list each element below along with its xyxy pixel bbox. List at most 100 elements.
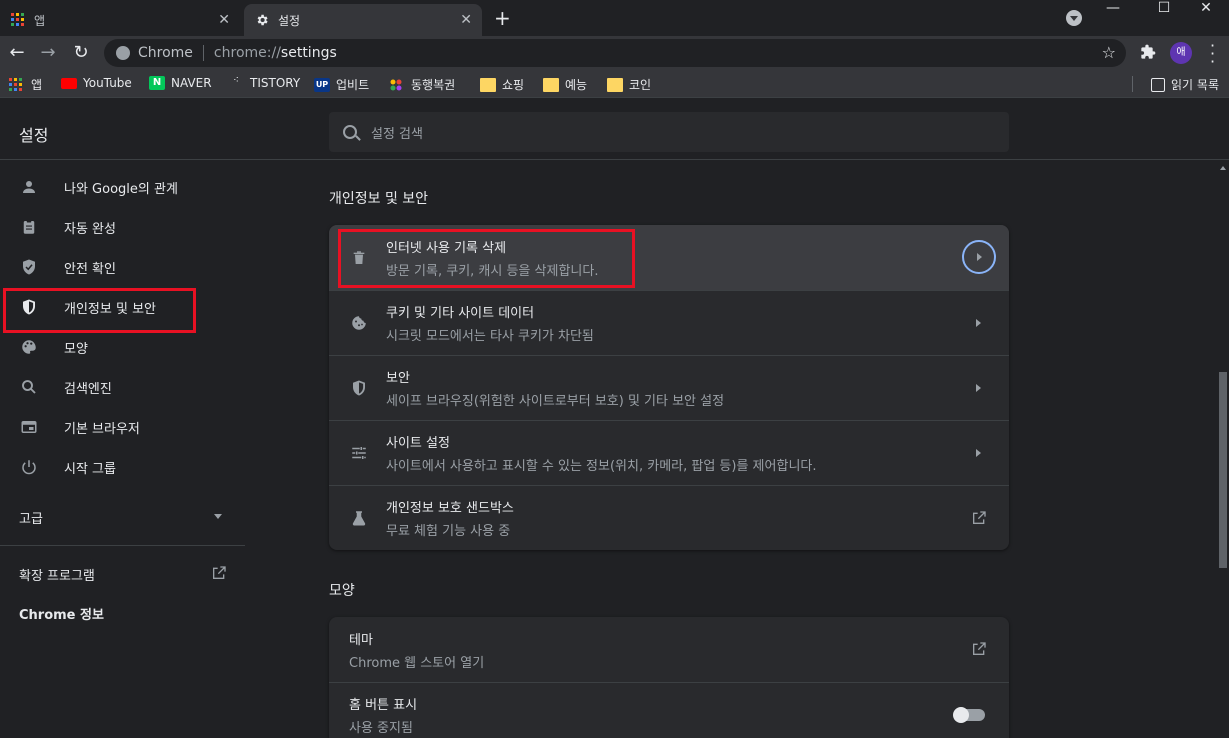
power-icon bbox=[19, 457, 39, 477]
bookmark-folder-coin[interactable]: 코인 bbox=[607, 76, 651, 93]
puzzle-icon[interactable] bbox=[1140, 44, 1156, 64]
sidebar-advanced[interactable]: 고급 bbox=[19, 508, 43, 527]
sidebar-item-autofill[interactable]: 자동 완성 bbox=[0, 207, 245, 247]
person-icon bbox=[19, 177, 39, 197]
bookmark-label: 쇼핑 bbox=[502, 78, 525, 92]
row-title: 사이트 설정 bbox=[386, 436, 450, 451]
scroll-up-icon[interactable] bbox=[1220, 166, 1226, 170]
search-icon bbox=[19, 377, 39, 397]
tab-label: 설정 bbox=[278, 13, 301, 28]
security-row[interactable]: 보안 세이프 브라우징(위험한 사이트로부터 보호) 및 기타 보안 설정 bbox=[329, 355, 1009, 420]
home-button-row[interactable]: 홈 버튼 표시 사용 중지됨 bbox=[329, 682, 1009, 738]
bookmark-naver[interactable]: N NAVER bbox=[149, 76, 212, 90]
open-in-new-icon[interactable] bbox=[971, 641, 987, 657]
tab-search-icon[interactable] bbox=[1066, 10, 1082, 26]
reading-list-icon bbox=[1151, 77, 1166, 92]
sidebar-item-default-browser[interactable]: 기본 브라우저 bbox=[0, 407, 245, 447]
row-title: 홈 버튼 표시 bbox=[349, 698, 418, 713]
new-tab-button[interactable]: + bbox=[494, 6, 511, 30]
row-subtitle: 사용 중지됨 bbox=[349, 721, 413, 736]
row-title: 개인정보 보호 샌드박스 bbox=[386, 501, 514, 516]
sidebar-item-you-and-google[interactable]: 나와 Google의 관계 bbox=[0, 167, 245, 207]
settings-header: 설정 설정 검색 bbox=[0, 98, 1229, 160]
sidebar-item-label: 검색엔진 bbox=[64, 381, 112, 397]
bookmark-divider bbox=[1132, 76, 1133, 92]
bookmark-tistory[interactable]: ⁖ TISTORY bbox=[228, 76, 300, 91]
sidebar-divider bbox=[0, 545, 245, 546]
bookmark-youtube[interactable]: YouTube bbox=[61, 76, 132, 90]
sidebar-item-label: 자동 완성 bbox=[64, 221, 116, 237]
section-title: 개인정보 및 보안 bbox=[329, 191, 429, 207]
bookmarks-bar: 앱 YouTube N NAVER ⁖ TISTORY UP 업비트 동행복권 … bbox=[0, 70, 1229, 98]
sidebar-item-search-engine[interactable]: 검색엔진 bbox=[0, 367, 245, 407]
forward-icon[interactable]: → bbox=[37, 42, 59, 64]
cookies-row[interactable]: 쿠키 및 기타 사이트 데이터 시크릿 모드에서는 타사 쿠키가 차단됨 bbox=[329, 290, 1009, 355]
home-button-toggle[interactable] bbox=[953, 707, 985, 723]
star-icon[interactable]: ☆ bbox=[1102, 43, 1116, 62]
lottery-icon bbox=[389, 78, 405, 92]
open-in-new-icon[interactable] bbox=[211, 565, 227, 581]
tab-label: 앱 bbox=[34, 13, 46, 28]
apps-grid-icon bbox=[9, 77, 25, 92]
avatar[interactable]: 애 bbox=[1170, 42, 1192, 64]
apps-grid-icon bbox=[10, 12, 26, 28]
tab-apps[interactable]: 앱 ✕ bbox=[0, 4, 240, 36]
settings-sidebar: 나와 Google의 관계 자동 완성 안전 확인 개인정보 및 보안 모양 검… bbox=[0, 160, 245, 738]
scrollbar-thumb[interactable] bbox=[1219, 372, 1227, 568]
shield-check-icon bbox=[19, 257, 39, 277]
upbit-icon: UP bbox=[314, 77, 330, 92]
reload-icon[interactable]: ↻ bbox=[70, 42, 92, 64]
chevron-right-icon bbox=[976, 449, 981, 457]
chevron-right-icon[interactable] bbox=[962, 240, 996, 274]
sidebar-item-label: 시작 그룹 bbox=[64, 461, 116, 477]
bookmark-upbit[interactable]: UP 업비트 bbox=[314, 76, 369, 93]
site-settings-row[interactable]: 사이트 설정 사이트에서 사용하고 표시할 수 있는 정보(위치, 카메라, 팝… bbox=[329, 420, 1009, 485]
sidebar-about-chrome[interactable]: Chrome 정보 bbox=[19, 604, 104, 623]
flask-icon bbox=[349, 508, 369, 528]
reading-list-label: 읽기 목록 bbox=[1171, 78, 1219, 92]
sidebar-extensions-link[interactable]: 확장 프로그램 bbox=[19, 565, 95, 584]
bookmark-lottery[interactable]: 동행복권 bbox=[389, 76, 455, 93]
row-subtitle: 시크릿 모드에서는 타사 쿠키가 차단됨 bbox=[386, 329, 594, 344]
sidebar-item-safety-check[interactable]: 안전 확인 bbox=[0, 247, 245, 287]
theme-row[interactable]: 테마 Chrome 웹 스토어 열기 bbox=[329, 617, 1009, 682]
bookmark-folder-entertainment[interactable]: 예능 bbox=[543, 76, 587, 93]
chevron-down-icon[interactable] bbox=[214, 514, 222, 519]
row-subtitle: 사이트에서 사용하고 표시할 수 있는 정보(위치, 카메라, 팝업 등)를 제… bbox=[386, 459, 817, 474]
scrollbar[interactable] bbox=[1217, 160, 1229, 738]
folder-icon bbox=[607, 77, 623, 92]
close-icon[interactable]: ✕ bbox=[460, 12, 472, 28]
bookmark-folder-shopping[interactable]: 쇼핑 bbox=[480, 76, 524, 93]
shield-icon bbox=[349, 378, 369, 398]
menu-icon[interactable]: · · · bbox=[1210, 38, 1215, 70]
row-title: 테마 bbox=[349, 632, 373, 648]
chrome-icon bbox=[116, 46, 130, 60]
close-window-icon[interactable]: ✕ bbox=[1183, 0, 1229, 18]
omnibox-scheme: Chrome bbox=[138, 45, 193, 61]
tab-settings[interactable]: 설정 ✕ bbox=[244, 4, 482, 36]
settings-search-input[interactable]: 설정 검색 bbox=[329, 112, 1009, 152]
sidebar-item-on-startup[interactable]: 시작 그룹 bbox=[0, 447, 245, 487]
minimize-icon[interactable]: — bbox=[1090, 0, 1136, 18]
close-icon[interactable]: ✕ bbox=[218, 12, 230, 28]
tab-strip: 앱 ✕ 설정 ✕ + — ☐ ✕ bbox=[0, 0, 1229, 36]
sidebar-item-appearance[interactable]: 모양 bbox=[0, 327, 245, 367]
back-icon[interactable]: ← bbox=[6, 42, 28, 64]
sliders-icon bbox=[349, 443, 369, 463]
address-bar[interactable]: Chrome chrome:// settings ☆ bbox=[104, 39, 1126, 67]
red-highlight-box bbox=[3, 288, 196, 333]
open-in-new-icon[interactable] bbox=[971, 510, 987, 526]
gear-icon bbox=[254, 12, 270, 28]
privacy-sandbox-row[interactable]: 개인정보 보호 샌드박스 무료 체험 기능 사용 중 bbox=[329, 485, 1009, 550]
bookmark-label: 예능 bbox=[565, 78, 588, 92]
reading-list-button[interactable]: 읽기 목록 bbox=[1151, 76, 1219, 93]
row-subtitle: Chrome 웹 스토어 열기 bbox=[349, 655, 485, 671]
naver-icon: N bbox=[149, 76, 165, 90]
row-title: 보안 bbox=[386, 371, 410, 386]
bookmark-apps[interactable]: 앱 bbox=[9, 76, 42, 93]
toolbar: ← → ↻ Chrome chrome:// settings ☆ bbox=[0, 36, 1229, 70]
bookmark-label: 앱 bbox=[31, 78, 43, 92]
page-title: 설정 bbox=[19, 126, 49, 145]
bookmark-label: NAVER bbox=[171, 76, 212, 90]
maximize-icon[interactable]: ☐ bbox=[1141, 0, 1187, 18]
